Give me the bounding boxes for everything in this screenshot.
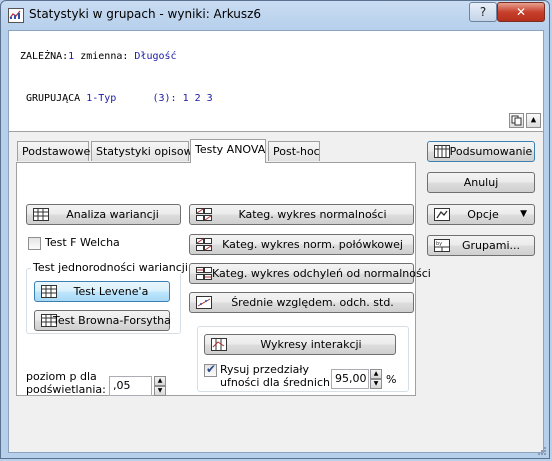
title-bar[interactable]: Statystyki w grupach - wyniki: Arkusz6 ?… [1,1,549,29]
test-f-welcha-label[interactable]: Test F Welcha [45,236,120,249]
grupami-button[interactable]: by Grupami... [427,235,535,256]
wykres-polowkowej-button[interactable]: Kateg. wykres norm. połówkowej [189,234,414,255]
dependent-word: zmienna: [74,51,129,62]
rysuj-przedzialy-checkbox[interactable]: ✔ [204,362,217,377]
podsumowanie-button[interactable]: Podsumowanie [427,141,535,162]
p-level-spinner[interactable]: ▲ ▼ [154,376,166,396]
homogeneity-group-title: Test jednorodności wariancji [31,261,190,274]
dialog-client-area: ZALEŻNA:1 zmienna: Długość GRUPUJĄCA 1-T… [8,30,544,453]
p-level-label-line1: poziom p dla [26,370,97,383]
spin-up-icon[interactable]: ▲ [154,376,166,386]
resize-grip-icon[interactable] [537,446,547,456]
p-level-label: poziom p dla podświetlania: [26,370,106,396]
wykres-normalnosci-label: Kateg. wykres normalności [238,208,387,221]
anuluj-label: Anuluj [463,176,499,189]
tab-statystyki-opisowe[interactable]: Statystyki opisowe [91,141,199,161]
chevron-down-icon: ▼ [520,209,527,219]
spin-down-icon[interactable]: ▼ [370,379,382,389]
grupami-label: Grupami... [461,239,520,252]
test-f-welcha-checkbox[interactable] [28,237,41,250]
analiza-wariancji-label: Analiza wariancji [66,208,159,221]
opcje-button[interactable]: Opcje ▼ [427,204,535,225]
rysuj-przedzialy-line1: Rysuj przedziały [220,363,310,376]
test-browna-forsytha-label: Test Browna-Forsytha [53,314,171,327]
p-level-label-line2: podświetlania: [26,383,106,396]
grouping-levels: (3): 1 2 3 [152,93,213,104]
app-chart-icon [8,8,24,23]
wykresy-interakcji-button[interactable]: Wykresy interakcji [204,334,396,355]
dependent-variable-line: ZALEŻNA:1 zmienna: Długość [20,51,177,62]
rysuj-przedzialy-label[interactable]: Rysuj przedziały ufności dla średnich [220,363,330,389]
wykres-odchylen-button[interactable]: Kateg. wykres odchyleń od normalności [189,263,431,284]
close-button[interactable]: ✕ [497,2,545,22]
anuluj-button[interactable]: Anuluj [427,172,535,193]
spin-down-icon[interactable]: ▼ [154,386,166,396]
checkmark-icon: ✔ [206,362,217,376]
grouping-label: GRUPUJĄCA [26,93,81,104]
dependent-label: ZALEŻNA: [20,51,69,62]
wykres-normalnosci-button[interactable]: Kateg. wykres normalności [189,204,414,225]
p-level-input[interactable]: ,05 [109,376,152,396]
test-browna-forsytha-button[interactable]: Test Browna-Forsytha [34,310,171,331]
srednie-wzgledem-label: Średnie względem. odch. std. [231,296,394,309]
confidence-input[interactable]: 95,00 [331,369,369,389]
srednie-wzgledem-button[interactable]: Średnie względem. odch. std. [189,292,414,313]
grouping-variable-line: GRUPUJĄCA 1-Typ (3): 1 2 3 [26,93,213,104]
analiza-wariancji-button[interactable]: Analiza wariancji [26,204,181,225]
percent-label: % [386,373,397,386]
tab-testy-anova[interactable]: Testy ANOVA [190,139,266,163]
podsumowanie-label: Podsumowanie [449,145,533,158]
tab-post-hoc[interactable]: Post-hoc [268,141,320,161]
test-levene-label: Test Levene'a [73,285,149,298]
test-levene-button[interactable]: Test Levene'a [34,281,170,302]
variables-display: ZALEŻNA:1 zmienna: Długość GRUPUJĄCA 1-T… [9,31,543,132]
copy-icon[interactable] [509,113,524,128]
tab-podstawowe[interactable]: Podstawowe [17,141,90,161]
grouping-name: -Typ [92,93,117,104]
wykres-odchylen-label: Kateg. wykres odchyleń od normalności [212,267,431,280]
wykresy-interakcji-label: Wykresy interakcji [260,338,362,351]
rysuj-przedzialy-line2: ufności dla średnich [220,376,330,389]
window-title: Statystyki w grupach - wyniki: Arkusz6 [29,7,262,21]
tab-panel-testy-anova: Analiza wariancji Test F Welcha Test jed… [16,162,431,396]
spin-up-icon[interactable]: ▲ [370,369,382,379]
collapse-arrow-icon[interactable]: ▲ [526,113,541,128]
dialog-window: Statystyki w grupach - wyniki: Arkusz6 ?… [0,0,550,459]
confidence-spinner[interactable]: ▲ ▼ [370,369,382,389]
wykres-polowkowej-label: Kateg. wykres norm. połówkowej [222,238,403,251]
dependent-name: Długość [134,51,177,62]
opcje-label: Opcje [467,208,499,221]
help-button[interactable]: ? [469,2,497,22]
